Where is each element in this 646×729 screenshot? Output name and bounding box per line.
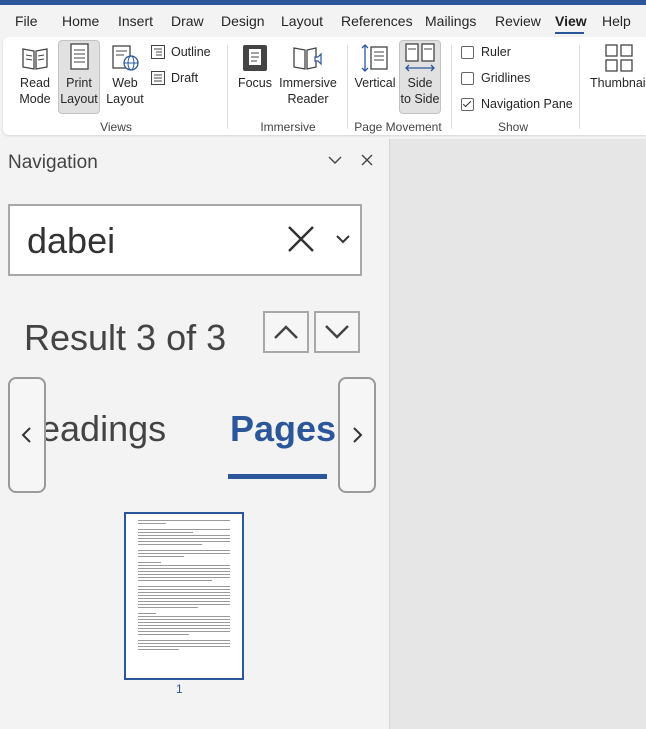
views-group-label: Views: [100, 120, 132, 134]
draft-label: Draft: [171, 71, 199, 85]
group-separator: [347, 45, 348, 129]
menu-help[interactable]: Help: [602, 13, 631, 29]
scroll-tabs-right-button[interactable]: [338, 377, 376, 493]
side-to-side-label-line2: to Side: [400, 92, 440, 106]
menu-mailings[interactable]: Mailings: [425, 13, 476, 29]
web-layout-label-line2: Layout: [106, 92, 144, 106]
print-layout-icon: [70, 43, 89, 70]
close-pane-icon[interactable]: [360, 153, 374, 167]
group-separator: [227, 45, 228, 129]
immersive-reader-label-line2: Reader: [287, 92, 329, 106]
ruler-checkbox[interactable]: Ruler: [461, 45, 511, 59]
group-separator: [451, 45, 452, 129]
active-menu-indicator: [555, 32, 584, 34]
immersive-reader-icon: [293, 47, 322, 70]
gridlines-label: Gridlines: [481, 71, 531, 85]
group-separator: [579, 45, 580, 129]
menu-home[interactable]: Home: [62, 13, 99, 29]
thumbnails-button[interactable]: Thumbnail: [587, 43, 646, 113]
read-mode-label-line1: Read: [20, 76, 50, 90]
previous-result-button[interactable]: [263, 311, 309, 353]
focus-label: Focus: [237, 76, 273, 90]
draft-icon: [151, 71, 165, 85]
draft-button[interactable]: Draft: [151, 71, 198, 85]
vertical-button[interactable]: Vertical: [353, 43, 397, 113]
web-layout-button[interactable]: Web Layout: [103, 43, 147, 113]
side-to-side-icon: [405, 43, 435, 72]
search-box[interactable]: dabei: [8, 204, 362, 276]
outline-label: Outline: [171, 45, 211, 59]
chevron-up-icon: [274, 325, 298, 339]
print-layout-button[interactable]: Print Layout: [58, 40, 100, 114]
search-result-count: Result 3 of 3: [24, 317, 227, 358]
vertical-scroll-icon: [361, 44, 388, 72]
menu-references[interactable]: References: [341, 13, 413, 29]
page-thumbnail-number: 1: [176, 682, 183, 696]
print-layout-label-line2: Layout: [60, 92, 98, 106]
focus-button[interactable]: Focus: [235, 43, 275, 113]
menu-layout[interactable]: Layout: [281, 13, 323, 29]
pane-options-chevron-icon[interactable]: [327, 153, 343, 167]
menu-review[interactable]: Review: [495, 13, 541, 29]
vertical-label: Vertical: [354, 76, 396, 90]
web-layout-label-line1: Web: [112, 76, 138, 90]
search-options-chevron-icon[interactable]: [334, 233, 352, 247]
menu-view[interactable]: View: [555, 13, 587, 29]
ruler-label: Ruler: [481, 45, 511, 59]
scroll-tabs-left-button[interactable]: [8, 377, 46, 493]
immersive-reader-button[interactable]: Immersive Reader: [277, 43, 339, 113]
clear-search-icon[interactable]: [286, 224, 316, 254]
chevron-left-icon: [21, 427, 31, 443]
immersive-group-label: Immersive: [260, 120, 316, 134]
navigation-tabs: eadings Pages: [0, 377, 389, 493]
side-to-side-button[interactable]: Side to Side: [399, 40, 441, 114]
next-result-button[interactable]: [314, 311, 360, 353]
chevron-right-icon: [353, 427, 363, 443]
search-input[interactable]: dabei: [27, 220, 115, 262]
menu-design[interactable]: Design: [221, 13, 265, 29]
ribbon: Read Mode Print Layout Web Layout Outlin…: [3, 37, 646, 135]
navigation-pane-checkbox[interactable]: Navigation Pane: [461, 97, 573, 111]
show-group-label: Show: [497, 120, 529, 134]
menu-insert[interactable]: Insert: [118, 13, 153, 29]
menu-file[interactable]: File: [15, 13, 38, 29]
page-thumbnail-text-preview: [138, 520, 230, 652]
gridlines-checkbox[interactable]: Gridlines: [461, 71, 530, 85]
document-canvas[interactable]: [390, 139, 646, 729]
thumbnails-icon: [605, 44, 633, 72]
focus-icon: [243, 45, 267, 71]
menu-bar: File Home Insert Draw Design Layout Refe…: [0, 5, 646, 37]
outline-icon: [151, 45, 165, 59]
active-tab-indicator: [228, 474, 327, 479]
gridlines-checkbox-box: [461, 71, 474, 85]
outline-button[interactable]: Outline: [151, 45, 211, 59]
read-mode-label-line2: Mode: [19, 92, 51, 106]
navigation-title: Navigation: [8, 152, 98, 173]
side-to-side-label-line1: Side: [407, 76, 433, 90]
page-thumbnail[interactable]: [124, 512, 244, 680]
read-mode-icon: [22, 48, 48, 70]
navigation-pane-checkbox-box: [461, 97, 474, 111]
chevron-down-icon: [325, 325, 349, 339]
ruler-checkbox-box: [461, 45, 474, 59]
print-layout-label-line1: Print: [66, 76, 92, 90]
navigation-pane: Navigation dabei Result 3 of 3 eadings P…: [0, 139, 389, 729]
menu-draw[interactable]: Draw: [171, 13, 204, 29]
page-movement-group-label: Page Movement: [354, 120, 442, 134]
tab-headings[interactable]: eadings: [40, 408, 166, 450]
read-mode-button[interactable]: Read Mode: [13, 43, 57, 113]
thumbnails-label: Thumbnail: [590, 76, 646, 90]
tab-pages[interactable]: Pages: [230, 408, 336, 450]
immersive-reader-label-line1: Immersive: [279, 76, 337, 90]
navigation-pane-label: Navigation Pane: [481, 97, 573, 111]
web-layout-icon: [112, 45, 139, 71]
